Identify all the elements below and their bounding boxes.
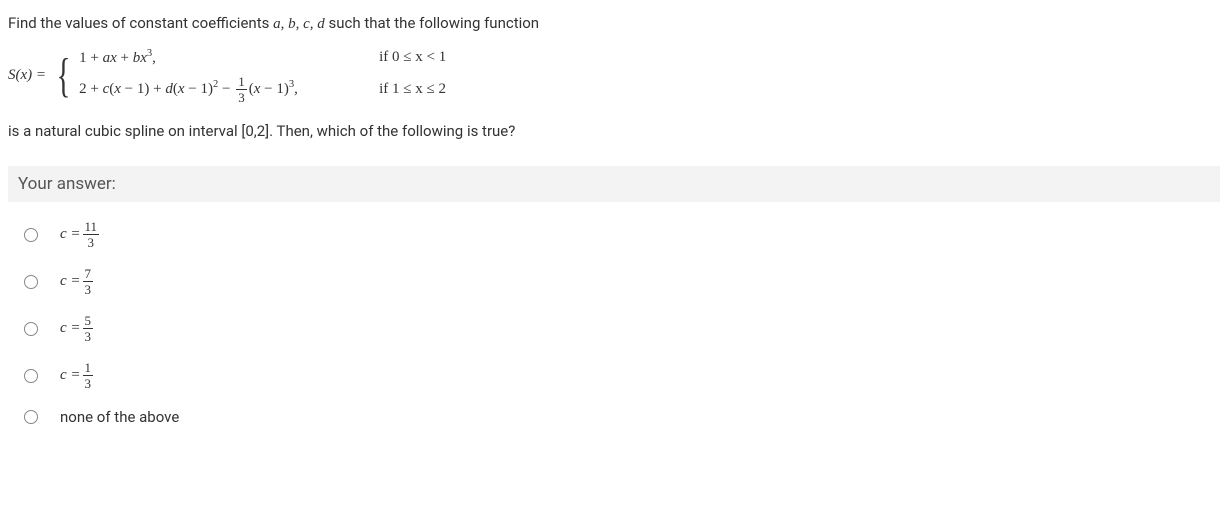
option-2[interactable]: c = 73 bbox=[24, 267, 1220, 296]
option-1-num: 11 bbox=[83, 220, 100, 235]
question-intro: Find the values of constant coefficients… bbox=[8, 12, 1220, 36]
left-brace: { bbox=[57, 52, 71, 100]
intro-suffix: such that the following function bbox=[325, 14, 539, 32]
option-2-label: c = 73 bbox=[60, 267, 95, 296]
option-2-prefix: c = bbox=[60, 273, 81, 290]
option-5[interactable]: none of the above bbox=[24, 408, 1220, 426]
option-1-prefix: c = bbox=[60, 226, 81, 243]
piece2-frac-num: 1 bbox=[236, 75, 247, 90]
radio-3[interactable] bbox=[24, 322, 38, 336]
piece2-frac-den: 3 bbox=[236, 90, 247, 104]
piece2-cond: if 1 ≤ x ≤ 2 bbox=[379, 81, 446, 98]
piece2-expr: 2 + c(x − 1) + d(x − 1)2 − 13(x − 1)3, bbox=[79, 75, 359, 104]
answer-header: Your answer: bbox=[8, 166, 1220, 202]
options-list: c = 113 c = 73 c = 53 c = 13 none of the… bbox=[8, 220, 1220, 426]
option-5-label: none of the above bbox=[60, 408, 179, 426]
option-3-prefix: c = bbox=[60, 320, 81, 337]
option-4-prefix: c = bbox=[60, 367, 81, 384]
option-3-num: 5 bbox=[83, 314, 94, 329]
piecewise-container: 1 + ax + bx3, if 0 ≤ x < 1 2 + c(x − 1) … bbox=[79, 48, 446, 104]
radio-4[interactable] bbox=[24, 369, 38, 383]
option-3[interactable]: c = 53 bbox=[24, 314, 1220, 343]
option-4-num: 1 bbox=[83, 361, 94, 376]
function-definition: S(x) = { 1 + ax + bx3, if 0 ≤ x < 1 2 + … bbox=[8, 48, 1220, 104]
sx-label: S(x) = bbox=[8, 67, 46, 84]
option-4-den: 3 bbox=[83, 376, 94, 390]
option-4[interactable]: c = 13 bbox=[24, 361, 1220, 390]
option-3-label: c = 53 bbox=[60, 314, 95, 343]
piece1-expr: 1 + ax + bx3, bbox=[79, 48, 359, 67]
option-1-label: c = 113 bbox=[60, 220, 101, 249]
intro-vars: a, b, c, d bbox=[273, 16, 325, 32]
option-2-num: 7 bbox=[83, 267, 94, 282]
question-closing: is a natural cubic spline on interval [0… bbox=[8, 120, 1220, 143]
option-3-den: 3 bbox=[83, 329, 94, 343]
radio-2[interactable] bbox=[24, 275, 38, 289]
radio-5[interactable] bbox=[24, 410, 38, 424]
intro-prefix: Find the values of constant coefficients bbox=[8, 14, 273, 32]
piece1-cond: if 0 ≤ x < 1 bbox=[379, 49, 446, 66]
option-4-label: c = 13 bbox=[60, 361, 95, 390]
option-1[interactable]: c = 113 bbox=[24, 220, 1220, 249]
option-1-den: 3 bbox=[86, 235, 97, 249]
radio-1[interactable] bbox=[24, 228, 38, 242]
option-2-den: 3 bbox=[83, 282, 94, 296]
piece-row-1: 1 + ax + bx3, if 0 ≤ x < 1 bbox=[79, 48, 446, 67]
piece-row-2: 2 + c(x − 1) + d(x − 1)2 − 13(x − 1)3, i… bbox=[79, 75, 446, 104]
